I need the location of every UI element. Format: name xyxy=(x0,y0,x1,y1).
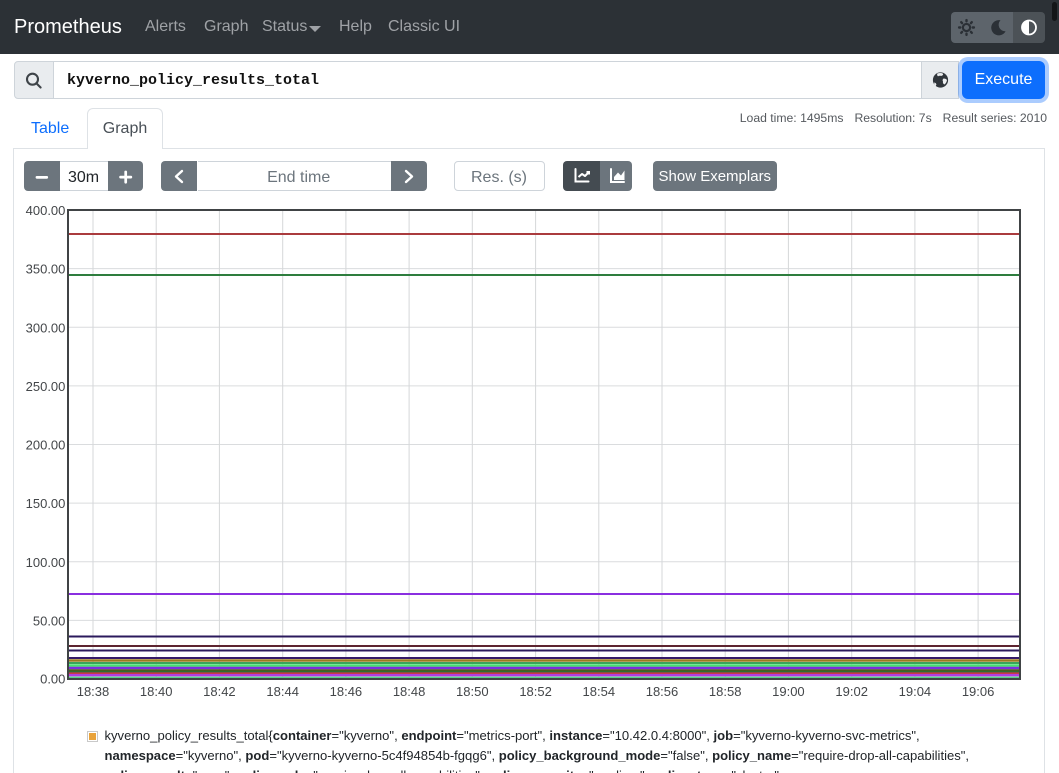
svg-text:18:56: 18:56 xyxy=(646,684,679,699)
svg-text:300.00: 300.00 xyxy=(26,320,66,335)
svg-text:18:42: 18:42 xyxy=(203,684,236,699)
svg-text:0.00: 0.00 xyxy=(40,672,65,687)
svg-text:18:40: 18:40 xyxy=(140,684,173,699)
svg-text:50.00: 50.00 xyxy=(33,613,66,628)
svg-text:200.00: 200.00 xyxy=(26,438,66,453)
svg-text:18:48: 18:48 xyxy=(393,684,426,699)
svg-text:250.00: 250.00 xyxy=(26,379,66,394)
svg-text:18:54: 18:54 xyxy=(583,684,616,699)
svg-text:350.00: 350.00 xyxy=(26,262,66,277)
svg-text:18:58: 18:58 xyxy=(709,684,742,699)
svg-text:150.00: 150.00 xyxy=(26,496,66,511)
svg-text:18:44: 18:44 xyxy=(266,684,299,699)
svg-text:18:38: 18:38 xyxy=(77,684,110,699)
svg-text:100.00: 100.00 xyxy=(26,555,66,570)
svg-text:19:04: 19:04 xyxy=(899,684,932,699)
svg-text:18:50: 18:50 xyxy=(456,684,489,699)
svg-text:19:00: 19:00 xyxy=(772,684,805,699)
svg-text:19:06: 19:06 xyxy=(962,684,995,699)
svg-text:19:02: 19:02 xyxy=(835,684,868,699)
svg-text:18:52: 18:52 xyxy=(519,684,552,699)
svg-text:400.00: 400.00 xyxy=(26,203,66,218)
svg-text:18:46: 18:46 xyxy=(330,684,363,699)
